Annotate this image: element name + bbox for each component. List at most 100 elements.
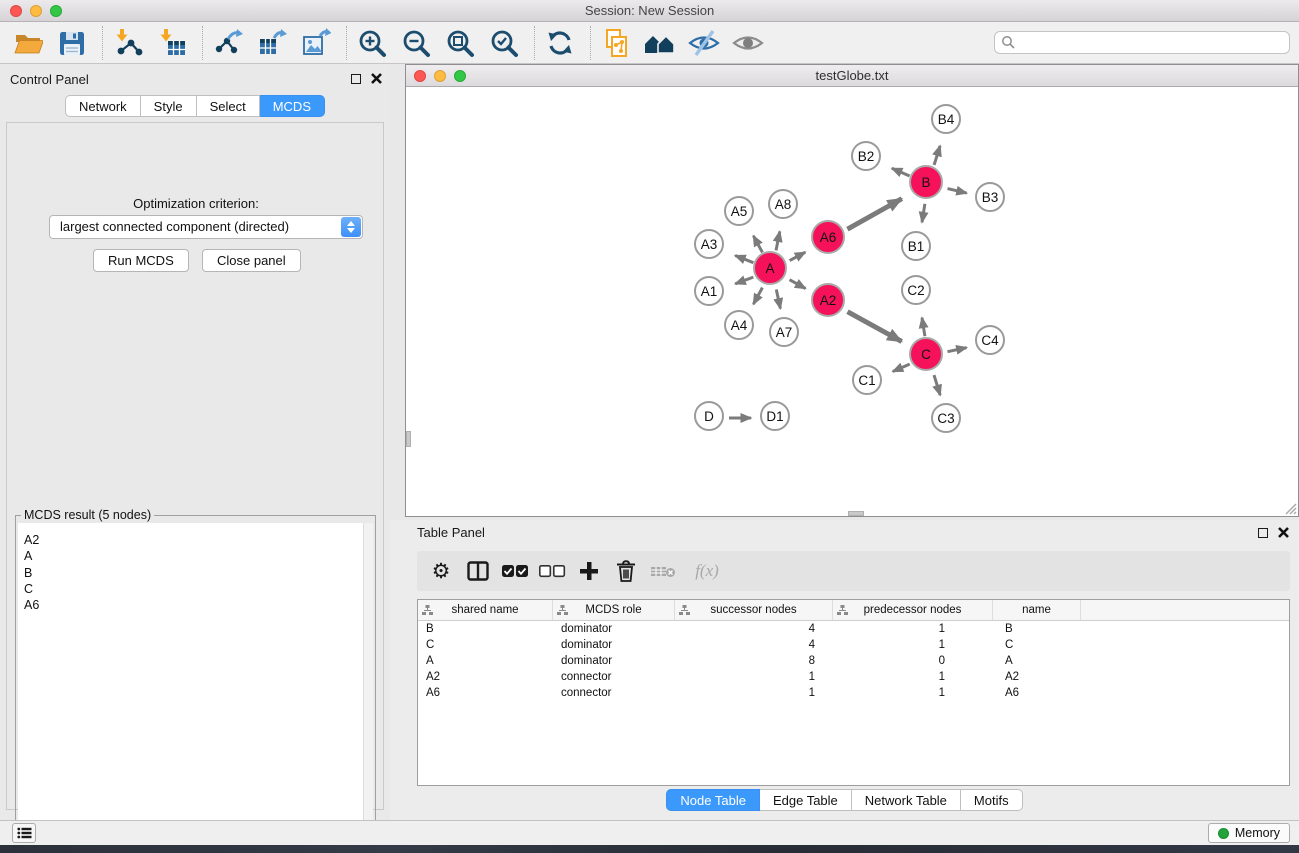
tab-mcds[interactable]: MCDS [260,95,325,117]
table-cell: C [418,639,553,651]
graph-node-a5[interactable]: A5 [724,196,754,226]
tab-edge-table[interactable]: Edge Table [760,789,852,811]
run-mcds-button[interactable]: Run MCDS [93,249,189,272]
table-cell: connector [553,671,675,683]
table-row[interactable]: Cdominator41C [418,637,1289,653]
close-panel-button[interactable]: Close panel [202,249,301,272]
mcds-result-list[interactable]: A2ABCA6 [18,523,373,853]
function-builder-icon[interactable]: f(x) [685,556,729,586]
minimize-window-icon[interactable] [30,5,42,17]
graph-node-d1[interactable]: D1 [760,401,790,431]
result-list-item[interactable]: C [24,581,373,597]
column-header-MCDS-role[interactable]: MCDS role [553,600,675,620]
result-list-item[interactable]: A2 [24,532,373,548]
close-table-panel-icon[interactable] [1278,527,1289,538]
delete-table-icon[interactable] [648,556,678,586]
select-all-checkboxes-icon[interactable] [500,556,530,586]
toggle-column-panel-icon[interactable] [463,556,493,586]
tab-motifs[interactable]: Motifs [961,789,1023,811]
toolbar-separator [534,26,535,60]
column-header-predecessor-nodes[interactable]: predecessor nodes [833,600,993,620]
graph-node-c1[interactable]: C1 [852,365,882,395]
graph-node-b1[interactable]: B1 [901,231,931,261]
network-window-titlebar[interactable]: testGlobe.txt [406,65,1298,87]
graph-node-a8[interactable]: A8 [768,189,798,219]
zoom-fit-icon[interactable] [444,27,476,59]
zoom-in-icon[interactable] [356,27,388,59]
table-row[interactable]: A2connector11A2 [418,669,1289,685]
result-list-item[interactable]: A [24,548,373,564]
import-network-icon[interactable] [112,27,144,59]
graph-node-d[interactable]: D [694,401,724,431]
save-session-icon[interactable] [56,27,88,59]
network-hscroll-thumb[interactable] [848,511,864,516]
network-maximize-icon[interactable] [454,70,466,82]
delete-column-icon[interactable] [611,556,641,586]
tab-network[interactable]: Network [65,95,141,117]
graph-node-a1[interactable]: A1 [694,276,724,306]
export-table-icon[interactable] [256,27,288,59]
network-vscroll-thumb[interactable] [406,431,411,447]
network-canvas[interactable]: B4 B2 B B3 A8 A5 A6 A3 B1 A C2 A1 A2 A4 A7 C4 C C1 C3 D D1 [406,87,1298,516]
graph-node-a[interactable]: A [753,251,787,285]
graph-node-c2[interactable]: C2 [901,275,931,305]
network-search-box[interactable] [994,31,1290,54]
column-header-name[interactable]: name [993,600,1081,620]
float-table-panel-icon[interactable] [1258,528,1268,538]
table-row[interactable]: Bdominator41B [418,621,1289,637]
tab-select[interactable]: Select [197,95,260,117]
graph-node-b3[interactable]: B3 [975,182,1005,212]
optimization-criterion-label: Optimization criterion: [7,196,385,211]
tab-node-table[interactable]: Node Table [666,789,760,811]
graph-node-b2[interactable]: B2 [851,141,881,171]
export-network-icon[interactable] [212,27,244,59]
zoom-selected-icon[interactable] [488,27,520,59]
show-all-icon[interactable] [732,27,764,59]
network-close-icon[interactable] [414,70,426,82]
add-column-icon[interactable] [574,556,604,586]
graph-node-c[interactable]: C [909,337,943,371]
graph-node-b[interactable]: B [909,165,943,199]
graph-node-a2[interactable]: A2 [811,283,845,317]
result-list-item[interactable]: B [24,565,373,581]
table-row[interactable]: A6connector11A6 [418,685,1289,701]
result-scrollbar[interactable] [363,523,373,853]
export-image-icon[interactable] [300,27,332,59]
tab-network-table[interactable]: Network Table [852,789,961,811]
show-task-history-button[interactable] [12,823,36,843]
column-header-successor-nodes[interactable]: successor nodes [675,600,833,620]
graph-node-a3[interactable]: A3 [694,229,724,259]
first-neighbors-icon[interactable] [644,27,676,59]
graph-node-a7[interactable]: A7 [769,317,799,347]
node-table[interactable]: shared nameMCDS rolesuccessor nodesprede… [417,599,1290,786]
graph-node-b4[interactable]: B4 [931,104,961,134]
toolbar-separator [590,26,591,60]
column-header-shared-name[interactable]: shared name [418,600,553,620]
hide-selected-icon[interactable] [688,27,720,59]
graph-node-a6[interactable]: A6 [811,220,845,254]
result-list-item[interactable]: A6 [24,597,373,613]
close-panel-icon[interactable] [371,73,382,84]
graph-node-a4[interactable]: A4 [724,310,754,340]
search-input[interactable] [1016,36,1283,50]
graph-node-c3[interactable]: C3 [931,403,961,433]
table-options-icon[interactable]: ⚙ [426,556,456,586]
new-network-from-selection-icon[interactable] [600,27,632,59]
memory-button[interactable]: Memory [1208,823,1290,843]
refresh-view-icon[interactable] [544,27,576,59]
window-resize-grip[interactable] [1284,502,1297,515]
table-cell: B [993,623,1081,635]
maximize-window-icon[interactable] [50,5,62,17]
zoom-out-icon[interactable] [400,27,432,59]
deselect-all-checkboxes-icon[interactable] [537,556,567,586]
import-table-icon[interactable] [156,27,188,59]
float-panel-icon[interactable] [351,74,361,84]
criterion-dropdown[interactable]: largest connected component (directed) [49,215,363,239]
network-minimize-icon[interactable] [434,70,446,82]
tab-style[interactable]: Style [141,95,197,117]
mcds-panel: Optimization criterion: largest connecte… [6,122,384,810]
table-row[interactable]: Adominator80A [418,653,1289,669]
graph-node-c4[interactable]: C4 [975,325,1005,355]
open-session-icon[interactable] [12,27,44,59]
close-window-icon[interactable] [10,5,22,17]
